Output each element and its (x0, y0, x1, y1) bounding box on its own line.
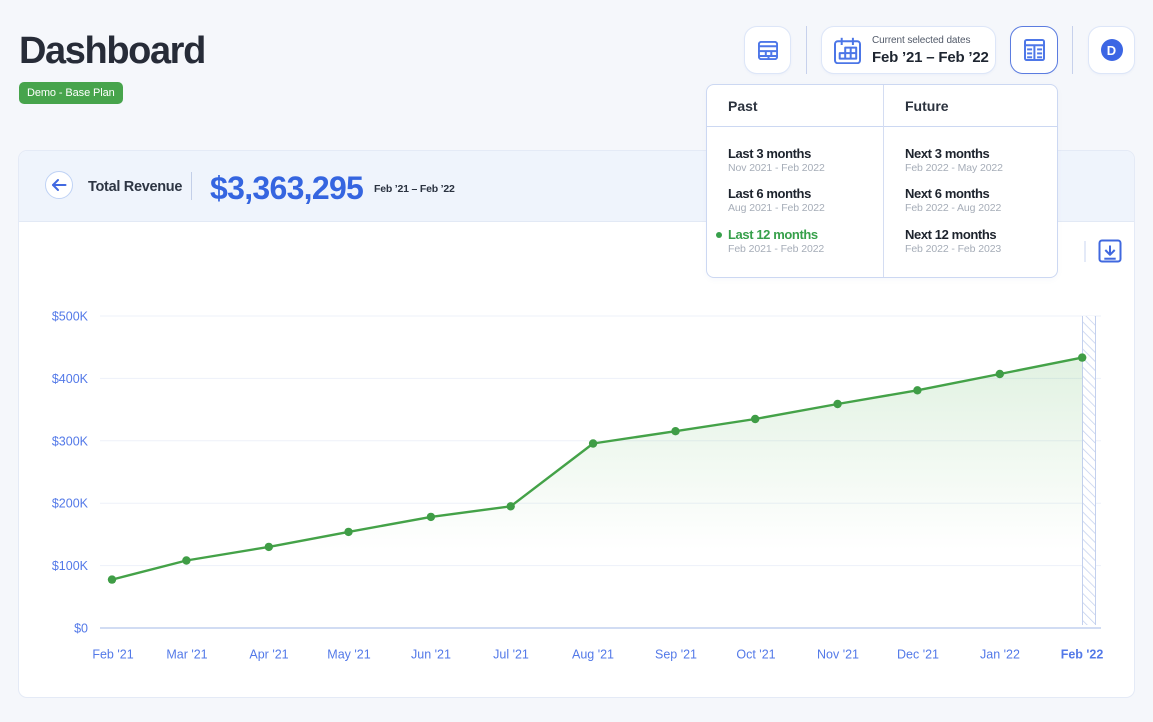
svg-text:$0: $0 (74, 622, 88, 636)
svg-text:Jul '21: Jul '21 (493, 648, 529, 662)
svg-text:Mar '21: Mar '21 (166, 648, 207, 662)
svg-text:$200K: $200K (52, 497, 89, 511)
svg-text:Oct '21: Oct '21 (736, 648, 775, 662)
svg-text:$400K: $400K (52, 372, 89, 386)
svg-text:Feb '22: Feb '22 (1061, 648, 1104, 662)
svg-text:$500K: $500K (52, 310, 89, 324)
svg-text:Jun '21: Jun '21 (411, 648, 451, 662)
svg-text:Nov '21: Nov '21 (817, 648, 859, 662)
svg-text:Aug '21: Aug '21 (572, 648, 614, 662)
svg-text:Apr '21: Apr '21 (249, 648, 288, 662)
svg-text:Feb '21: Feb '21 (92, 648, 133, 662)
svg-text:Dec '21: Dec '21 (897, 648, 939, 662)
svg-text:Jan '22: Jan '22 (980, 648, 1020, 662)
svg-text:May '21: May '21 (327, 648, 370, 662)
svg-text:$100K: $100K (52, 559, 89, 573)
svg-text:Sep '21: Sep '21 (655, 648, 697, 662)
svg-text:$300K: $300K (52, 434, 89, 448)
